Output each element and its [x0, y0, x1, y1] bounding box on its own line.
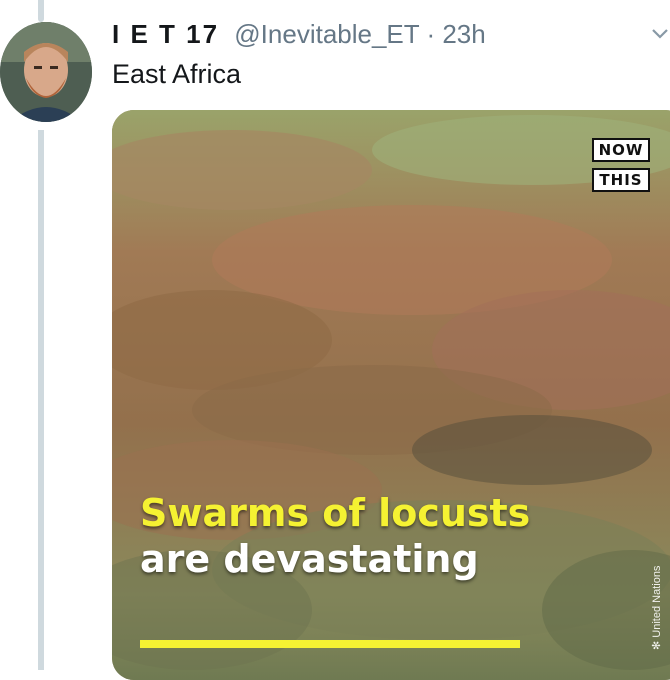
caption-line-1: Swarms of locusts	[140, 491, 531, 535]
tweet-media[interactable]: NOW THIS Swarms of locusts are devastati…	[112, 110, 670, 680]
timestamp[interactable]: 23h	[442, 19, 485, 49]
thread-line-bottom	[38, 130, 44, 670]
avatar[interactable]	[0, 22, 92, 122]
tweet-text: East Africa	[112, 59, 242, 89]
thread-line-top	[38, 0, 44, 22]
un-icon: ✻	[651, 637, 663, 650]
separator-dot: ·	[426, 19, 436, 49]
user-handle[interactable]: @Inevitable_ET	[234, 19, 419, 49]
credit-text: United Nations	[651, 565, 663, 638]
display-name[interactable]: I E T 17	[112, 19, 219, 49]
source-credit: ✻ United Nations	[650, 566, 663, 650]
caption-underline	[140, 640, 520, 648]
nowthis-logo: NOW THIS	[592, 138, 650, 198]
chevron-down-icon[interactable]	[650, 24, 670, 49]
media-video-frame	[112, 110, 670, 680]
tweet-header: I E T 17 @Inevitable_ET · 23h	[112, 18, 486, 50]
logo-now: NOW	[592, 138, 650, 162]
caption-line-2: are devastating	[140, 537, 479, 581]
logo-this: THIS	[592, 168, 650, 192]
video-caption: Swarms of locusts are devastating	[140, 490, 530, 582]
avatar-image	[0, 22, 92, 122]
